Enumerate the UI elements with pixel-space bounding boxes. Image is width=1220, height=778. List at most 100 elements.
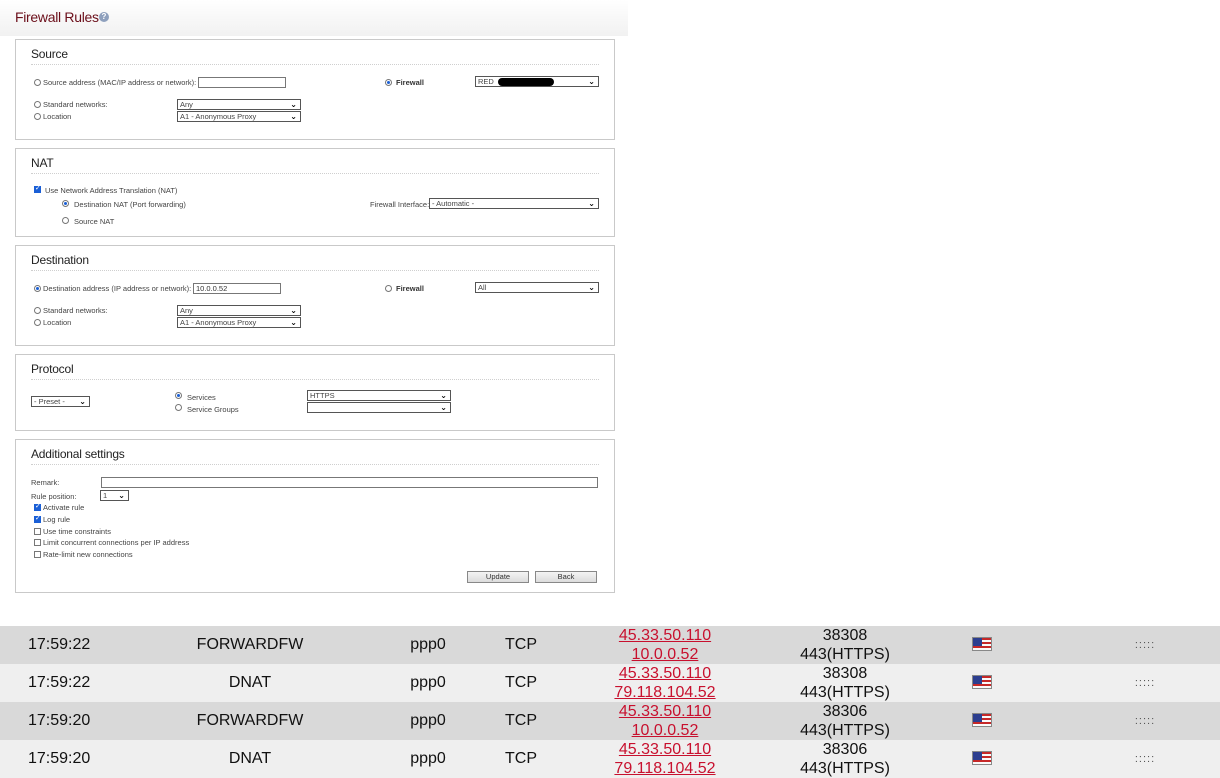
concurrent-connections-checkbox[interactable] xyxy=(34,539,41,546)
source-standard-networks-radio[interactable] xyxy=(34,101,41,108)
service-groups-select[interactable]: ⌄ xyxy=(307,402,451,413)
source-firewall-value: RED xyxy=(478,77,494,86)
dnat-radio[interactable] xyxy=(62,200,69,207)
divider xyxy=(31,64,599,65)
chevron-down-icon: ⌄ xyxy=(290,100,297,109)
rule-position-value: 1 xyxy=(103,491,108,500)
chain-cell: DNAT xyxy=(228,750,272,767)
destination-address-input[interactable]: 10.0.0.52 xyxy=(193,283,281,294)
ports-cell: 38308 443(HTTPS) xyxy=(770,664,920,702)
additional-title: Additional settings xyxy=(31,447,125,461)
us-flag-icon xyxy=(972,675,992,689)
chevron-down-icon: ⌄ xyxy=(290,318,297,327)
interface-cell: ppp0 xyxy=(410,636,446,653)
table-row: 17:59:20 FORWARDFW ppp0 TCP 45.33.50.110… xyxy=(0,702,1220,740)
fw-interface-select[interactable]: - Automatic - ⌄ xyxy=(429,198,599,209)
service-groups-label: Service Groups xyxy=(187,405,239,414)
protocol-cell: TCP xyxy=(505,636,537,653)
protocol-section: Protocol - Preset - ⌄ Services Service G… xyxy=(15,354,615,431)
dnat-label: Destination NAT (Port forwarding) xyxy=(74,200,186,209)
chain-cell: FORWARDFW xyxy=(196,712,304,729)
divider xyxy=(31,270,599,271)
source-address-radio[interactable] xyxy=(34,79,41,86)
destination-firewall-select[interactable]: All ⌄ xyxy=(475,282,599,293)
source-ip-link[interactable]: 45.33.50.110 xyxy=(590,740,740,759)
services-select[interactable]: HTTPS ⌄ xyxy=(307,390,451,401)
mac-cell: ::::: xyxy=(1134,753,1156,765)
log-rule-checkbox[interactable] xyxy=(34,514,41,523)
source-address-input[interactable] xyxy=(198,77,286,88)
mac-cell: ::::: xyxy=(1134,715,1156,727)
chevron-down-icon: ⌄ xyxy=(290,112,297,121)
source-address-label: Source address (MAC/IP address or networ… xyxy=(43,78,197,87)
source-ip-link[interactable]: 45.33.50.110 xyxy=(590,664,740,683)
time-constraints-checkbox[interactable] xyxy=(34,528,41,535)
source-standard-networks-select[interactable]: Any ⌄ xyxy=(177,99,301,110)
nat-section: NAT Use Network Address Translation (NAT… xyxy=(15,148,615,237)
snat-radio[interactable] xyxy=(62,217,69,224)
services-label: Services xyxy=(187,393,216,402)
activate-rule-checkbox[interactable] xyxy=(34,502,41,511)
rule-position-label: Rule position: xyxy=(31,492,77,501)
interface-cell: ppp0 xyxy=(410,750,446,767)
destination-firewall-radio[interactable] xyxy=(385,285,392,292)
time-cell: 17:59:20 xyxy=(28,712,91,729)
destination-ip-link[interactable]: 10.0.0.52 xyxy=(590,721,740,740)
destination-address-radio[interactable] xyxy=(34,285,41,292)
divider xyxy=(31,173,599,174)
source-location-select[interactable]: A1 - Anonymous Proxy ⌄ xyxy=(177,111,301,122)
source-location-radio[interactable] xyxy=(34,113,41,120)
preset-value: - Preset - xyxy=(34,397,65,406)
nat-title: NAT xyxy=(31,156,54,170)
interface-cell: ppp0 xyxy=(410,712,446,729)
country-cell xyxy=(966,626,998,664)
rate-limit-checkbox[interactable] xyxy=(34,551,41,558)
time-cell: 17:59:22 xyxy=(28,674,91,691)
destination-port: 443(HTTPS) xyxy=(800,722,890,739)
destination-standard-networks-select[interactable]: Any ⌄ xyxy=(177,305,301,316)
time-cell: 17:59:20 xyxy=(28,750,91,767)
back-button[interactable]: Back xyxy=(535,571,597,583)
chevron-down-icon: ⌄ xyxy=(79,397,86,406)
chevron-down-icon: ⌄ xyxy=(290,306,297,315)
destination-ip-link[interactable]: 79.118.104.52 xyxy=(590,683,740,702)
destination-ip-link[interactable]: 79.118.104.52 xyxy=(590,759,740,778)
destination-title: Destination xyxy=(31,253,89,267)
service-groups-radio[interactable] xyxy=(175,404,182,411)
source-ip-link[interactable]: 45.33.50.110 xyxy=(590,702,740,721)
source-port: 38306 xyxy=(822,703,868,720)
address-cell: 45.33.50.110 10.0.0.52 xyxy=(590,626,740,664)
log-table: 17:59:22 FORWARDFW ppp0 TCP 45.33.50.110… xyxy=(0,626,1220,778)
chain-cell: DNAT xyxy=(228,674,272,691)
destination-section: Destination Destination address (IP addr… xyxy=(15,245,615,346)
destination-firewall-label: Firewall xyxy=(396,284,424,293)
destination-ip-link[interactable]: 10.0.0.52 xyxy=(590,645,740,664)
source-ip-link[interactable]: 45.33.50.110 xyxy=(590,626,740,645)
chevron-down-icon: ⌄ xyxy=(588,283,595,292)
source-location-value: A1 - Anonymous Proxy xyxy=(180,112,257,121)
rule-position-select[interactable]: 1 ⌄ xyxy=(100,490,129,501)
destination-location-select[interactable]: A1 - Anonymous Proxy ⌄ xyxy=(177,317,301,328)
destination-firewall-value: All xyxy=(478,283,487,292)
divider xyxy=(31,379,599,380)
source-standard-networks-label: Standard networks: xyxy=(43,100,108,109)
source-firewall-label: Firewall xyxy=(396,78,424,87)
concurrent-connections-label: Limit concurrent connections per IP addr… xyxy=(43,538,190,547)
services-radio[interactable] xyxy=(175,392,182,399)
source-firewall-select[interactable]: RED ⌄ xyxy=(475,76,599,87)
protocol-title: Protocol xyxy=(31,362,74,376)
preset-select[interactable]: - Preset - ⌄ xyxy=(31,396,90,407)
destination-location-radio[interactable] xyxy=(34,319,41,326)
use-nat-checkbox[interactable] xyxy=(34,184,41,193)
address-cell: 45.33.50.110 10.0.0.52 xyxy=(590,702,740,740)
source-port: 38308 xyxy=(822,627,868,644)
destination-port: 443(HTTPS) xyxy=(800,684,890,701)
help-icon[interactable]: ? xyxy=(99,12,109,22)
source-firewall-radio[interactable] xyxy=(385,79,392,86)
remark-input[interactable] xyxy=(101,477,598,488)
protocol-cell: TCP xyxy=(505,674,537,691)
destination-standard-networks-radio[interactable] xyxy=(34,307,41,314)
update-button[interactable]: Update xyxy=(467,571,529,583)
ports-cell: 38308 443(HTTPS) xyxy=(770,626,920,664)
chain-cell: FORWARDFW xyxy=(196,636,304,653)
